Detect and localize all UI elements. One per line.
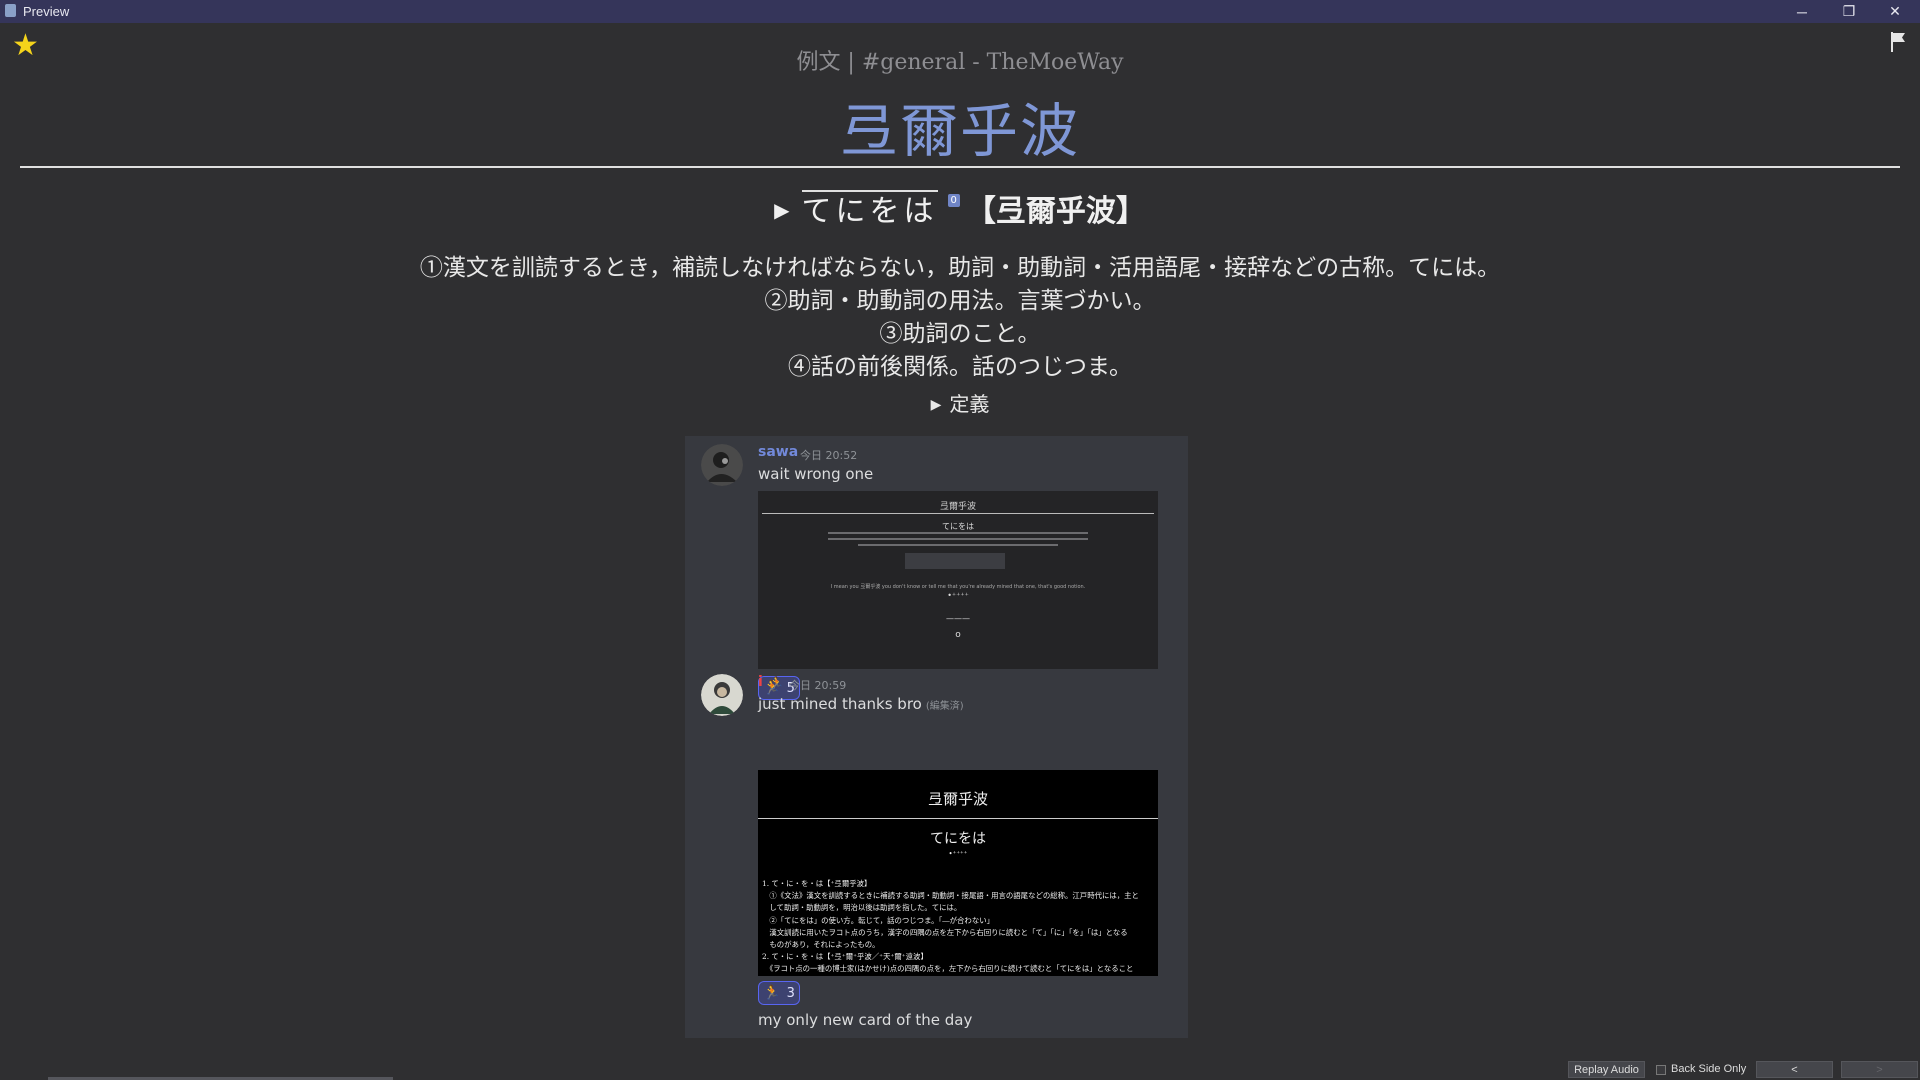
embed-inset-screenshot <box>905 553 1005 569</box>
back-side-only-checkbox[interactable] <box>1656 1065 1666 1075</box>
discord-screenshot: sawa 今日 20:52 wait wrong one 弖爾乎波 てにをは I… <box>685 436 1188 1038</box>
minimize-icon[interactable]: ─ <box>1780 0 1824 23</box>
embed-divider <box>762 513 1154 514</box>
message-image[interactable]: 弖爾乎波 てにをは •⁺⁺⁺⁺ 1. て・に・を・は【⁺弖爾乎波】 ①《文法》漢… <box>758 770 1158 976</box>
definition-line: ①漢文を訓読するとき，補読しなければならない，助詞・助動詞・活用語尾・接辞などの… <box>419 255 1501 281</box>
embed-body-line: して助詞・助動詞を，明治以後は助詞を指した。てには。 <box>762 903 962 913</box>
message-image[interactable]: 弖爾乎波 てにをは I mean you 弖爾乎波 you don't know… <box>758 491 1158 669</box>
embed-body-line: 漢文訓読に用いたヲコト点のうち，漢字の四隅の点を左下から右回りに読むと「て」「に… <box>762 927 1128 937</box>
embed-body-line: ②「てにをは」の使い方。転じて，話のつじつま。「―が合わない」 <box>762 915 994 925</box>
reading-row: ▶ てにをは 0 【弖爾乎波】 <box>0 186 1920 230</box>
app-icon <box>5 4 16 17</box>
pitch-badge: 0 <box>947 194 960 207</box>
definition-toggle[interactable]: ▶ 定義 <box>0 388 1920 417</box>
runner-badge-icon: 🏃 <box>769 676 784 690</box>
embed-text-line <box>858 544 1058 546</box>
avatar <box>701 444 743 486</box>
definition-line: ③助詞のこと。 <box>879 321 1041 347</box>
replay-audio-button[interactable]: Replay Audio <box>1568 1061 1645 1078</box>
reading-text: てにをは <box>801 190 938 229</box>
embed-body-line: ①《文法》漢文を訓読するときに補読する助詞・助動詞・接尾語・用言の語尾などの総称… <box>762 891 1139 901</box>
next-button[interactable]: > <box>1841 1061 1918 1078</box>
deck-line: 例文 | #general - TheMoeWay <box>796 50 1124 75</box>
message-text: my only new card of the day <box>758 1011 973 1029</box>
restore-icon[interactable]: ❐ <box>1827 0 1871 23</box>
headword: 【弖爾乎波】 <box>965 194 1146 229</box>
back-side-only-label: Back Side Only <box>1671 1063 1747 1075</box>
embed-reading: てにをは <box>930 831 986 847</box>
definition-toggle-label: 定義 <box>949 392 990 416</box>
message-timestamp: 今日 20:52 <box>800 449 858 462</box>
card-divider <box>20 166 1900 168</box>
card-kanji-title: 弖爾乎波 <box>839 97 1080 165</box>
window-titlebar: Preview ─ ❐ ✕ <box>0 0 1920 23</box>
message-text: just mined thanks bro (編集済) <box>758 695 964 713</box>
embed-body-line: 2. て・に・を・は【⁺弖⁺爾⁺乎波／⁺天⁺爾⁺遠波】 <box>762 952 928 962</box>
avatar <box>701 674 743 716</box>
embed-dash: ——— <box>946 614 970 623</box>
definitions: ①漢文を訓読するとき，補読しなければならない，助詞・助動詞・活用語尾・接辞などの… <box>0 252 1920 384</box>
play-triangle-icon[interactable]: ▶ <box>774 198 789 222</box>
message-text-content: just mined thanks bro <box>758 695 922 713</box>
embed-pitch: •⁺⁺⁺⁺ <box>947 591 969 600</box>
embed-body-line: 《ヲコト点の一種の博士家(はかせけ)点の四隅の点を，左下から右回りに続けて読むと… <box>762 964 1134 974</box>
message-timestamp: 今日 20:59 <box>789 679 847 692</box>
embed-text-line <box>828 532 1088 534</box>
reaction-button[interactable]: 🏃 3 <box>758 981 800 1005</box>
embed-body: 1. て・に・を・は【⁺弖爾乎波】 ①《文法》漢文を訓読するときに補読する助詞・… <box>762 878 1154 976</box>
embed-pitch: •⁺⁺⁺⁺ <box>948 850 968 858</box>
window-title: Preview <box>23 4 70 19</box>
message-text: wait wrong one <box>758 465 874 483</box>
definition-line: ②助詞・助動詞の用法。言葉づかい。 <box>764 288 1156 314</box>
embed-body-line: ものがあり，それによったもの。 <box>762 940 880 950</box>
embed-body-line: 1. て・に・を・は【⁺弖爾乎波】 <box>762 879 872 888</box>
embed-small-text: I mean you 弖爾乎波 you don't know or tell m… <box>830 584 1086 590</box>
message-author[interactable]: sawa <box>758 444 798 460</box>
close-icon[interactable]: ✕ <box>1873 0 1917 23</box>
runner-emoji-icon: 🏃 <box>763 985 781 1001</box>
embed-text-line <box>828 538 1088 540</box>
message-author[interactable]: i <box>758 674 763 690</box>
embed-reading: てにをは <box>942 522 974 531</box>
expand-triangle-icon: ▶ <box>930 397 942 413</box>
reaction-count: 3 <box>786 985 795 1001</box>
embed-ring: o <box>955 630 961 640</box>
embed-divider <box>758 818 1158 819</box>
prev-button[interactable]: < <box>1756 1061 1833 1078</box>
embed-title: 弖爾乎波 <box>939 502 976 512</box>
edited-tag: (編集済) <box>925 701 964 712</box>
embed-title: 弖爾乎波 <box>927 790 988 808</box>
definition-line: ④話の前後関係。話のつじつま。 <box>787 354 1133 380</box>
